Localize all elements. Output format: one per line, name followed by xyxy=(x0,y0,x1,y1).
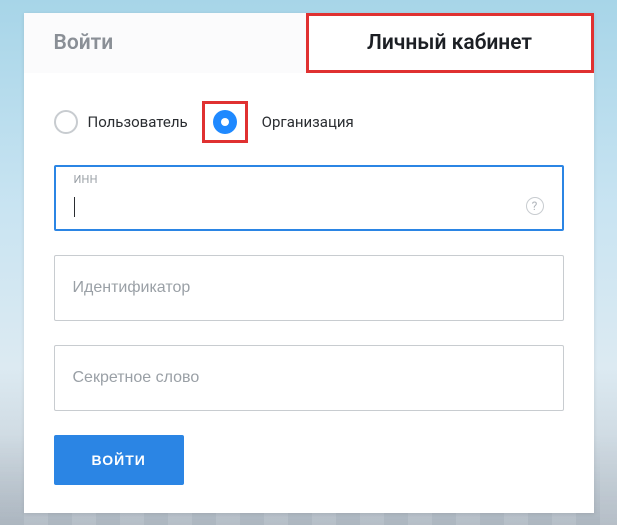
identifier-input[interactable] xyxy=(73,279,545,297)
inn-float-label: ИНН xyxy=(74,173,98,186)
radio-user-group[interactable]: Пользователь xyxy=(54,110,188,134)
tabs: Войти Личный кабинет xyxy=(24,13,594,73)
inn-input[interactable] xyxy=(74,197,516,215)
help-icon[interactable]: ? xyxy=(526,197,544,215)
tab-cabinet[interactable]: Личный кабинет xyxy=(306,13,594,73)
account-type-row: Пользователь Организация xyxy=(54,101,564,143)
submit-button[interactable]: ВОЙТИ xyxy=(54,435,184,485)
tab-login-label: Войти xyxy=(54,31,114,55)
tab-cabinet-label: Личный кабинет xyxy=(367,31,532,55)
radio-org-highlight xyxy=(202,101,248,143)
secret-input[interactable] xyxy=(73,369,545,387)
identifier-field[interactable] xyxy=(54,255,564,321)
text-cursor xyxy=(74,197,75,217)
tab-login[interactable]: Войти xyxy=(24,13,306,73)
submit-button-label: ВОЙТИ xyxy=(92,452,146,468)
login-card: Войти Личный кабинет Пользователь Органи… xyxy=(24,13,594,513)
secret-field[interactable] xyxy=(54,345,564,411)
radio-user-label: Пользователь xyxy=(88,113,188,131)
radio-user[interactable] xyxy=(54,110,78,134)
radio-org-label: Организация xyxy=(262,113,354,131)
form-body: Пользователь Организация ИНН ? ВОЙТИ xyxy=(24,73,594,513)
inn-field[interactable]: ИНН ? xyxy=(54,165,564,231)
radio-org[interactable] xyxy=(213,110,237,134)
